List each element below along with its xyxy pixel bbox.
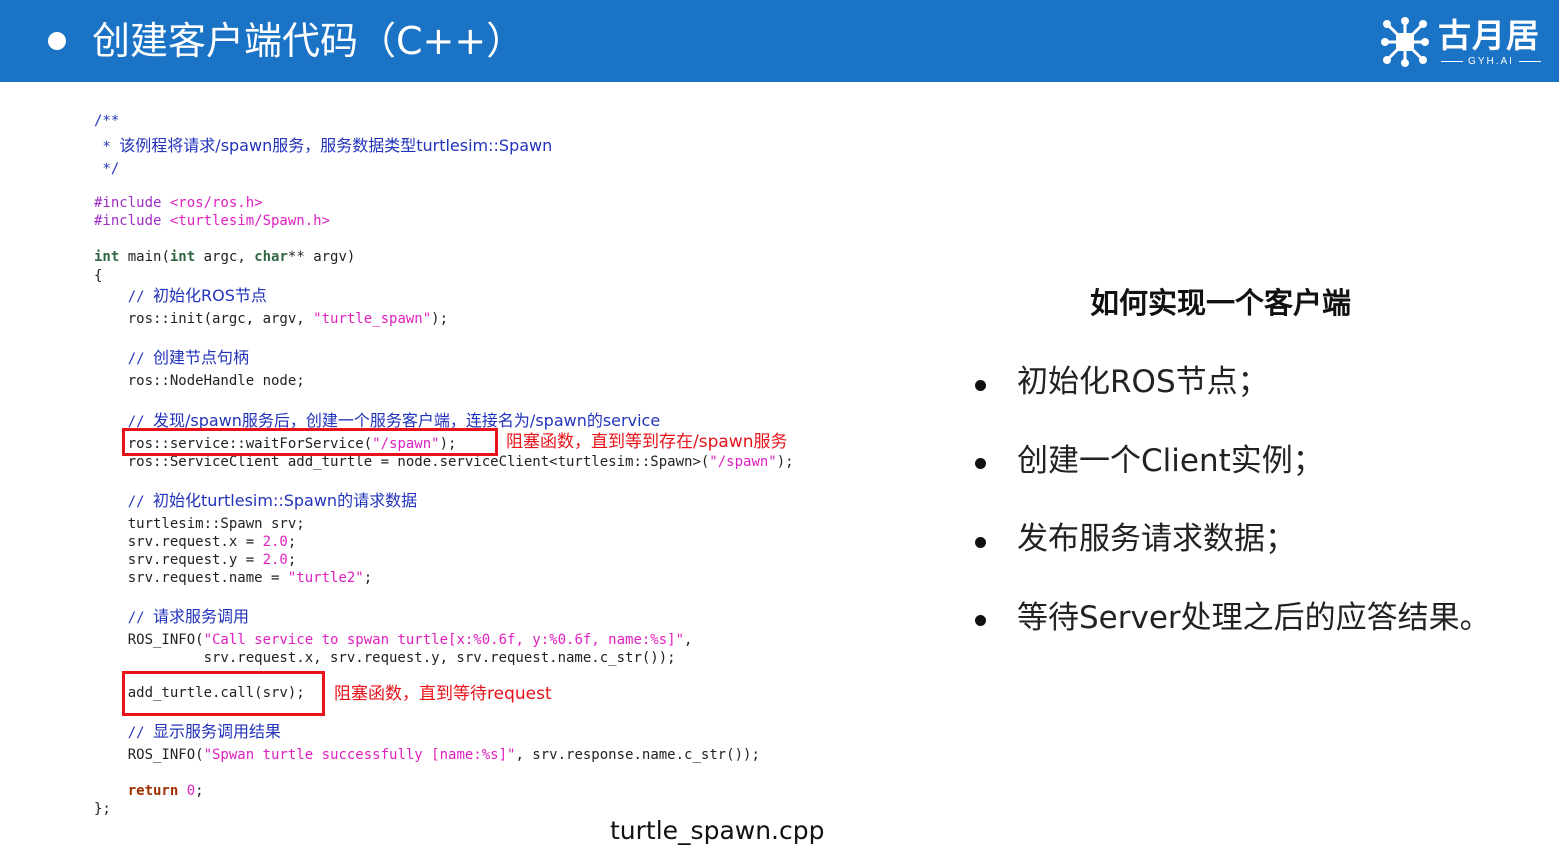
code-text: , srv.response.name.c_str());: [515, 747, 760, 763]
code-string: "turtle2": [287, 570, 364, 586]
comment-slash: //: [94, 610, 154, 626]
code-comment-6: // 显示服务调用结果: [94, 723, 281, 742]
code-text: srv.request.x =: [94, 534, 263, 550]
code-text: ;: [287, 534, 297, 550]
code-text: srv.request.name =: [94, 570, 288, 586]
code-line-include-1: #include <ros/ros.h>: [94, 194, 263, 212]
code-line-2: * 该例程将请求/spawn服务，服务数据类型turtlesim::Spawn: [94, 137, 552, 156]
slide-title: 创建客户端代码（C++）: [92, 19, 525, 63]
code-comment-2: // 创建节点句柄: [94, 349, 249, 368]
bullet-text-1: 初始化ROS节点；: [1017, 364, 1269, 400]
code-text: ;: [363, 570, 373, 586]
code-comment-1: // 初始化ROS节点: [94, 287, 267, 306]
comment-text: 请求服务调用: [153, 607, 250, 626]
code-text: ROS_INFO(: [94, 747, 204, 763]
code-text: ;: [287, 552, 297, 568]
code-line-y: srv.request.y = 2.0;: [94, 551, 297, 569]
code-number: 0: [186, 783, 196, 799]
comment-text: 初始化turtlesim::Spawn的请求数据: [153, 491, 418, 510]
bullet-icon: [975, 380, 986, 391]
code-string: "Spwan turtle successfully [name:%s]": [203, 747, 516, 763]
highlight-box-wait: [122, 428, 498, 456]
highlight-box-call: [122, 671, 325, 716]
bullet-icon: [975, 458, 986, 469]
code-text: ,: [684, 632, 693, 648]
code-text: ;: [195, 783, 204, 799]
code-text: ros::ServiceClient add_turtle = node.ser…: [94, 454, 710, 470]
code-line-x: srv.request.x = 2.0;: [94, 533, 297, 551]
keyword-char: char: [254, 249, 288, 265]
code-line-3: */: [94, 161, 120, 177]
comment-text: 创建节点句柄: [153, 348, 250, 367]
include-file: <turtlesim/Spawn.h>: [169, 213, 331, 229]
annotation-call: 阻塞函数，直到等待request: [334, 684, 552, 704]
include-file: <ros/ros.h>: [169, 195, 263, 211]
code-line-main: int main(int argc, char** argv): [94, 248, 355, 266]
code-string: "/spawn": [709, 454, 777, 470]
code-text: );: [776, 454, 794, 470]
gyh-logo: 古月居 GYH.AI: [1380, 14, 1550, 70]
code-text: ros::init(argc, argv,: [94, 311, 314, 327]
bullet-icon: [975, 615, 986, 626]
code-line-1: /**: [94, 113, 120, 129]
logo-subtext-label: GYH.AI: [1468, 56, 1514, 67]
code-line-rosinfo-2: ROS_INFO("Spwan turtle successfully [nam…: [94, 746, 760, 764]
code-text: srv.request.y =: [94, 552, 263, 568]
code-comment-4: // 初始化turtlesim::Spawn的请求数据: [94, 492, 417, 511]
comment-text: 初始化ROS节点: [153, 286, 267, 305]
logo-mark-icon: [1381, 17, 1429, 67]
code-text: ROS_INFO(: [94, 632, 204, 648]
comment-slash: //: [94, 351, 154, 367]
bullet-icon: [975, 537, 986, 548]
include-directive: #include: [94, 213, 170, 229]
code-line-rosinfo-1: ROS_INFO("Call service to spwan turtle[x…: [94, 631, 693, 649]
right-panel-title: 如何实现一个客户端: [1090, 286, 1352, 320]
code-text: );: [431, 311, 449, 327]
logo-subtext: GYH.AI: [1436, 56, 1546, 68]
code-string: "turtle_spawn": [313, 311, 432, 327]
code-line-init: ros::init(argc, argv, "turtle_spawn");: [94, 310, 448, 328]
code-line-nodehandle: ros::NodeHandle node;: [94, 373, 305, 389]
code-string: "Call service to spwan turtle[x:%0.6f, y…: [203, 632, 685, 648]
code-line-rosinfo-args: srv.request.x, srv.request.y, srv.reques…: [94, 650, 676, 666]
annotation-wait: 阻塞函数，直到等到存在/spawn服务: [506, 432, 788, 452]
comment-slash: //: [94, 494, 154, 510]
comment-text: 显示服务调用结果: [153, 722, 282, 741]
code-line-return: return 0;: [94, 782, 204, 800]
keyword-int: int: [169, 249, 196, 265]
code-comment-5: // 请求服务调用: [94, 608, 249, 627]
keyword-return: return: [127, 783, 179, 799]
code-line-srv: turtlesim::Spawn srv;: [94, 516, 305, 532]
keyword-int: int: [94, 249, 120, 265]
bullet-text-3: 发布服务请求数据；: [1017, 521, 1296, 557]
file-name-caption: turtle_spawn.cpp: [610, 816, 825, 845]
code-main: main(: [119, 249, 170, 265]
comment-text: 该例程将请求/spawn服务，服务数据类型turtlesim::Spawn: [119, 136, 553, 155]
code-number: 2.0: [262, 552, 288, 568]
code-line-name: srv.request.name = "turtle2";: [94, 569, 372, 587]
code-argv: ** argv): [287, 249, 356, 265]
logo-text: 古月居: [1438, 16, 1540, 55]
code-argc: argc,: [195, 249, 255, 265]
comment-slash: //: [94, 725, 154, 741]
comment-slash: //: [94, 289, 154, 305]
code-line-brace-close: };: [94, 801, 111, 817]
code-number: 2.0: [262, 534, 288, 550]
header-bullet-icon: [48, 32, 66, 50]
code-line-include-2: #include <turtlesim/Spawn.h>: [94, 212, 330, 230]
include-directive: #include: [94, 195, 170, 211]
bullet-text-2: 创建一个Client实例；: [1017, 443, 1324, 479]
slide-header: 创建客户端代码（C++） 古月居 GYH.AI: [0, 0, 1559, 82]
bullet-text-4: 等待Server处理之后的应答结果。: [1017, 600, 1491, 636]
code-line-brace-open: {: [94, 268, 103, 284]
comment-star: *: [94, 139, 120, 155]
